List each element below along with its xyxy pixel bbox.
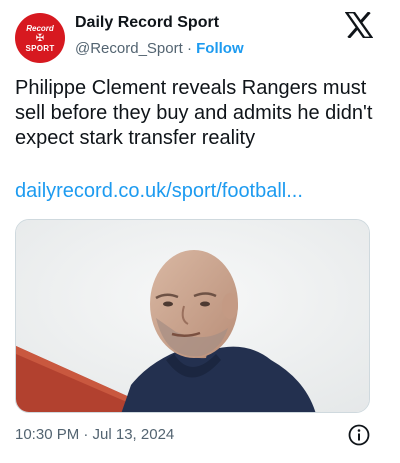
info-icon[interactable] — [348, 424, 370, 446]
avatar-text-record: Record — [26, 23, 54, 33]
tweet-media-card[interactable] — [15, 219, 370, 413]
follow-button[interactable]: Follow — [196, 40, 244, 57]
author-name[interactable]: Daily Record Sport — [75, 14, 219, 32]
tweet-link[interactable]: dailyrecord.co.uk/sport/football... — [15, 179, 303, 204]
handle-separator: · — [182, 40, 197, 57]
author-handle-row: @Record_Sport · Follow — [75, 40, 244, 57]
avatar-text-sport: SPORT — [25, 43, 55, 53]
tweet-text: Philippe Clement reveals Rangers must se… — [15, 77, 373, 149]
avatar[interactable]: Record ✠ SPORT — [15, 13, 65, 63]
tweet-timestamp[interactable]: 10:30 PM · Jul 13, 2024 — [15, 426, 174, 443]
author-handle[interactable]: @Record_Sport — [75, 40, 183, 57]
avatar-emblem: ✠ — [35, 32, 45, 44]
x-logo-icon[interactable] — [345, 12, 373, 38]
article-photo — [16, 220, 369, 412]
